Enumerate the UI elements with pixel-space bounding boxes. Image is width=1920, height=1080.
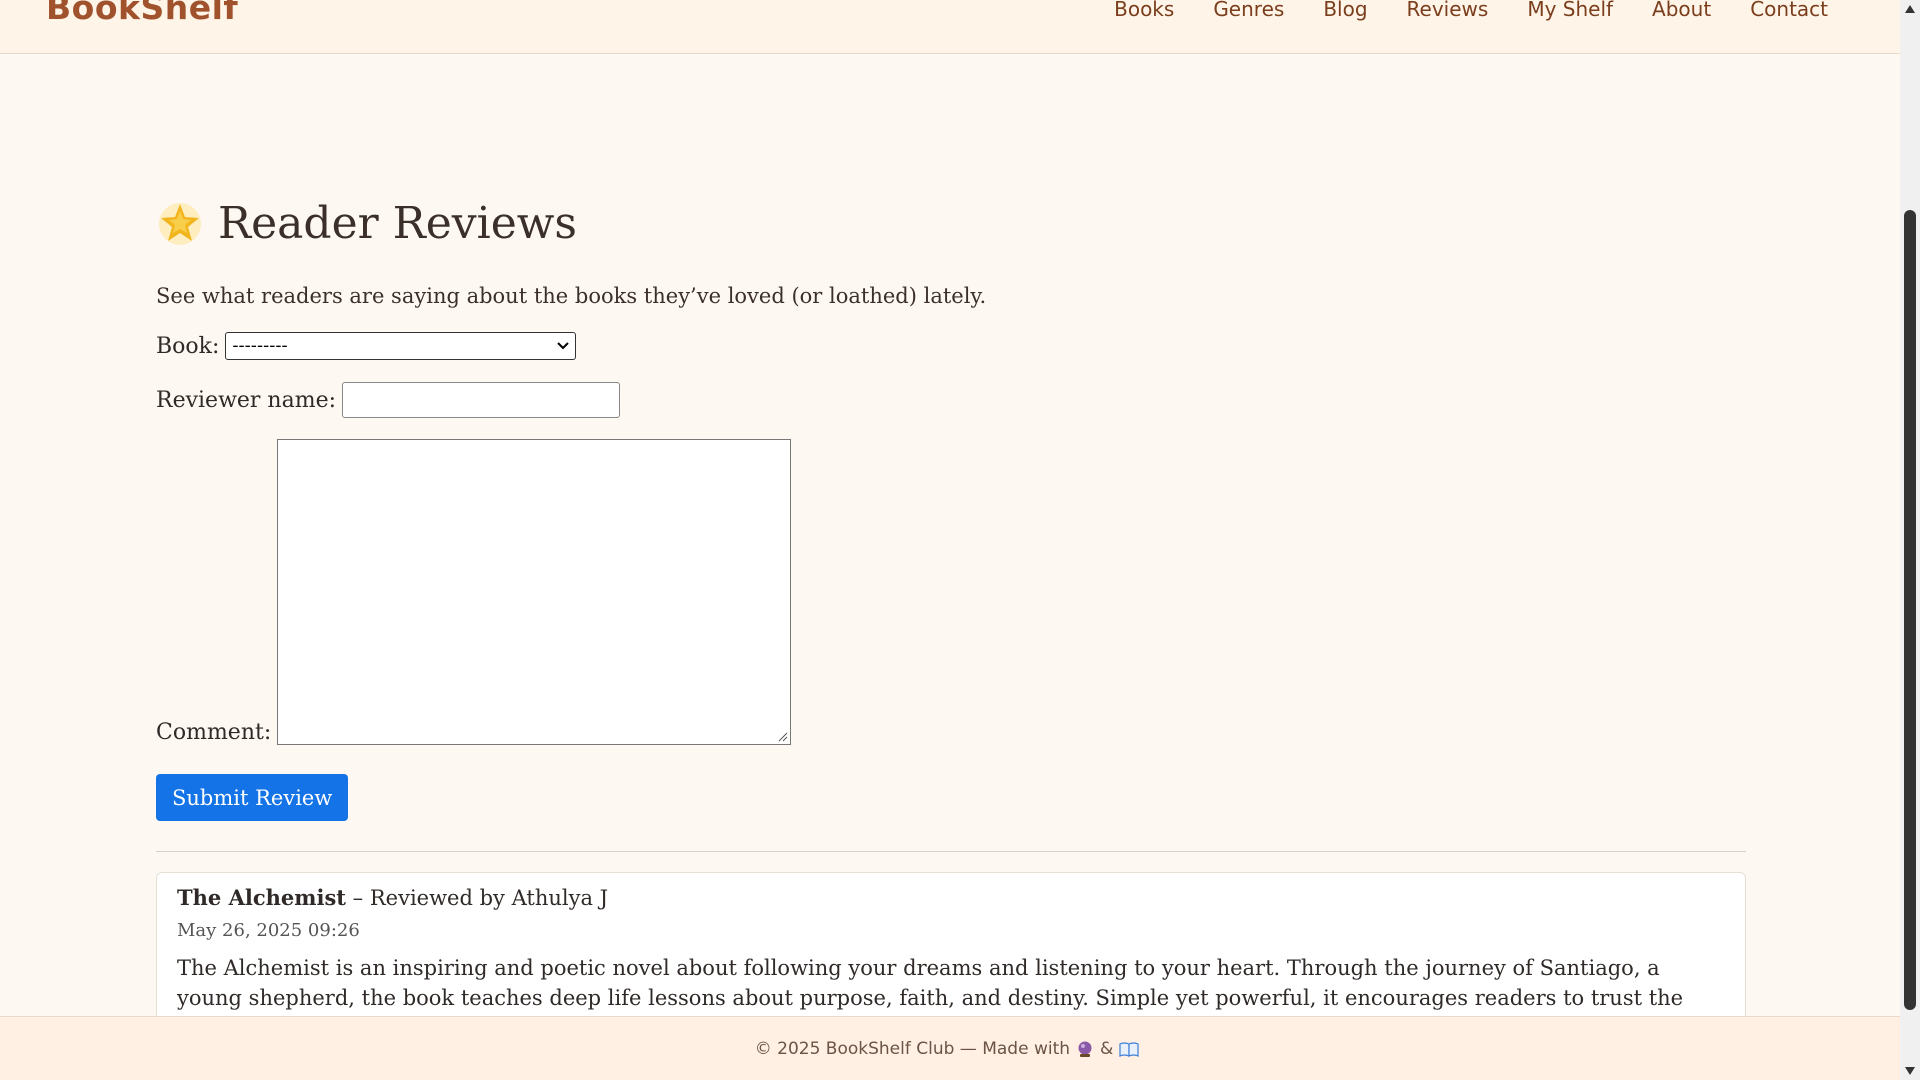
nav-books[interactable]: Books xyxy=(1114,0,1174,21)
reviewer-label: Reviewer name: xyxy=(156,387,337,413)
review-date: May 26, 2025 09:26 xyxy=(177,920,360,941)
page-subtitle: See what readers are saying about the bo… xyxy=(156,284,987,308)
scroll-up-arrow-icon[interactable] xyxy=(1904,4,1916,14)
comment-label: Comment: xyxy=(156,720,272,745)
glowing-star-icon xyxy=(159,202,201,245)
site-footer: © 2025 BookShelf Club — Made with & xyxy=(0,1016,1900,1080)
chevron-down-icon xyxy=(557,342,570,350)
review-card: The Alchemist – Reviewed by Athulya J Ma… xyxy=(156,872,1746,1040)
crystal-ball-icon xyxy=(1078,1041,1092,1057)
review-header: The Alchemist – Reviewed by Athulya J xyxy=(177,885,1725,910)
review-book-title: The Alchemist xyxy=(177,885,346,910)
nav-my-shelf[interactable]: My Shelf xyxy=(1527,0,1613,21)
review-reviewer: – Reviewed by Athulya J xyxy=(345,886,609,910)
vertical-scrollbar[interactable] xyxy=(1900,0,1920,1080)
nav-genres[interactable]: Genres xyxy=(1213,0,1284,21)
nav-blog[interactable]: Blog xyxy=(1323,0,1367,21)
reviewer-name-input[interactable] xyxy=(342,382,621,418)
resize-handle-icon[interactable] xyxy=(778,732,788,742)
book-select-value: --------- xyxy=(232,336,288,356)
site-header: BookShelf Books Genres Blog Reviews My S… xyxy=(0,0,1900,54)
divider xyxy=(156,851,1746,852)
book-label: Book: xyxy=(156,333,220,359)
main-nav: Books Genres Blog Reviews My Shelf About… xyxy=(1114,0,1828,21)
submit-review-button[interactable]: Submit Review xyxy=(156,774,349,821)
nav-contact[interactable]: Contact xyxy=(1750,0,1828,21)
scrollbar-thumb[interactable] xyxy=(1904,210,1916,1010)
footer-ampersand: & xyxy=(1100,1038,1114,1059)
book-field-row: Book: --------- xyxy=(156,332,577,360)
open-book-icon xyxy=(1119,1041,1139,1057)
scroll-down-arrow-icon[interactable] xyxy=(1904,1066,1916,1076)
book-select[interactable]: --------- xyxy=(225,332,577,360)
reviewer-field-row: Reviewer name: xyxy=(156,382,621,418)
nav-about[interactable]: About xyxy=(1652,0,1711,21)
page-title: Reader Reviews xyxy=(218,198,578,249)
footer-text: © 2025 BookShelf Club — Made with xyxy=(754,1038,1071,1059)
comment-field-row: Comment: xyxy=(156,439,792,745)
comment-textarea[interactable] xyxy=(277,439,792,745)
page-title-row: Reader Reviews xyxy=(156,198,577,249)
site-logo[interactable]: BookShelf xyxy=(46,0,238,27)
nav-reviews[interactable]: Reviews xyxy=(1407,0,1489,21)
